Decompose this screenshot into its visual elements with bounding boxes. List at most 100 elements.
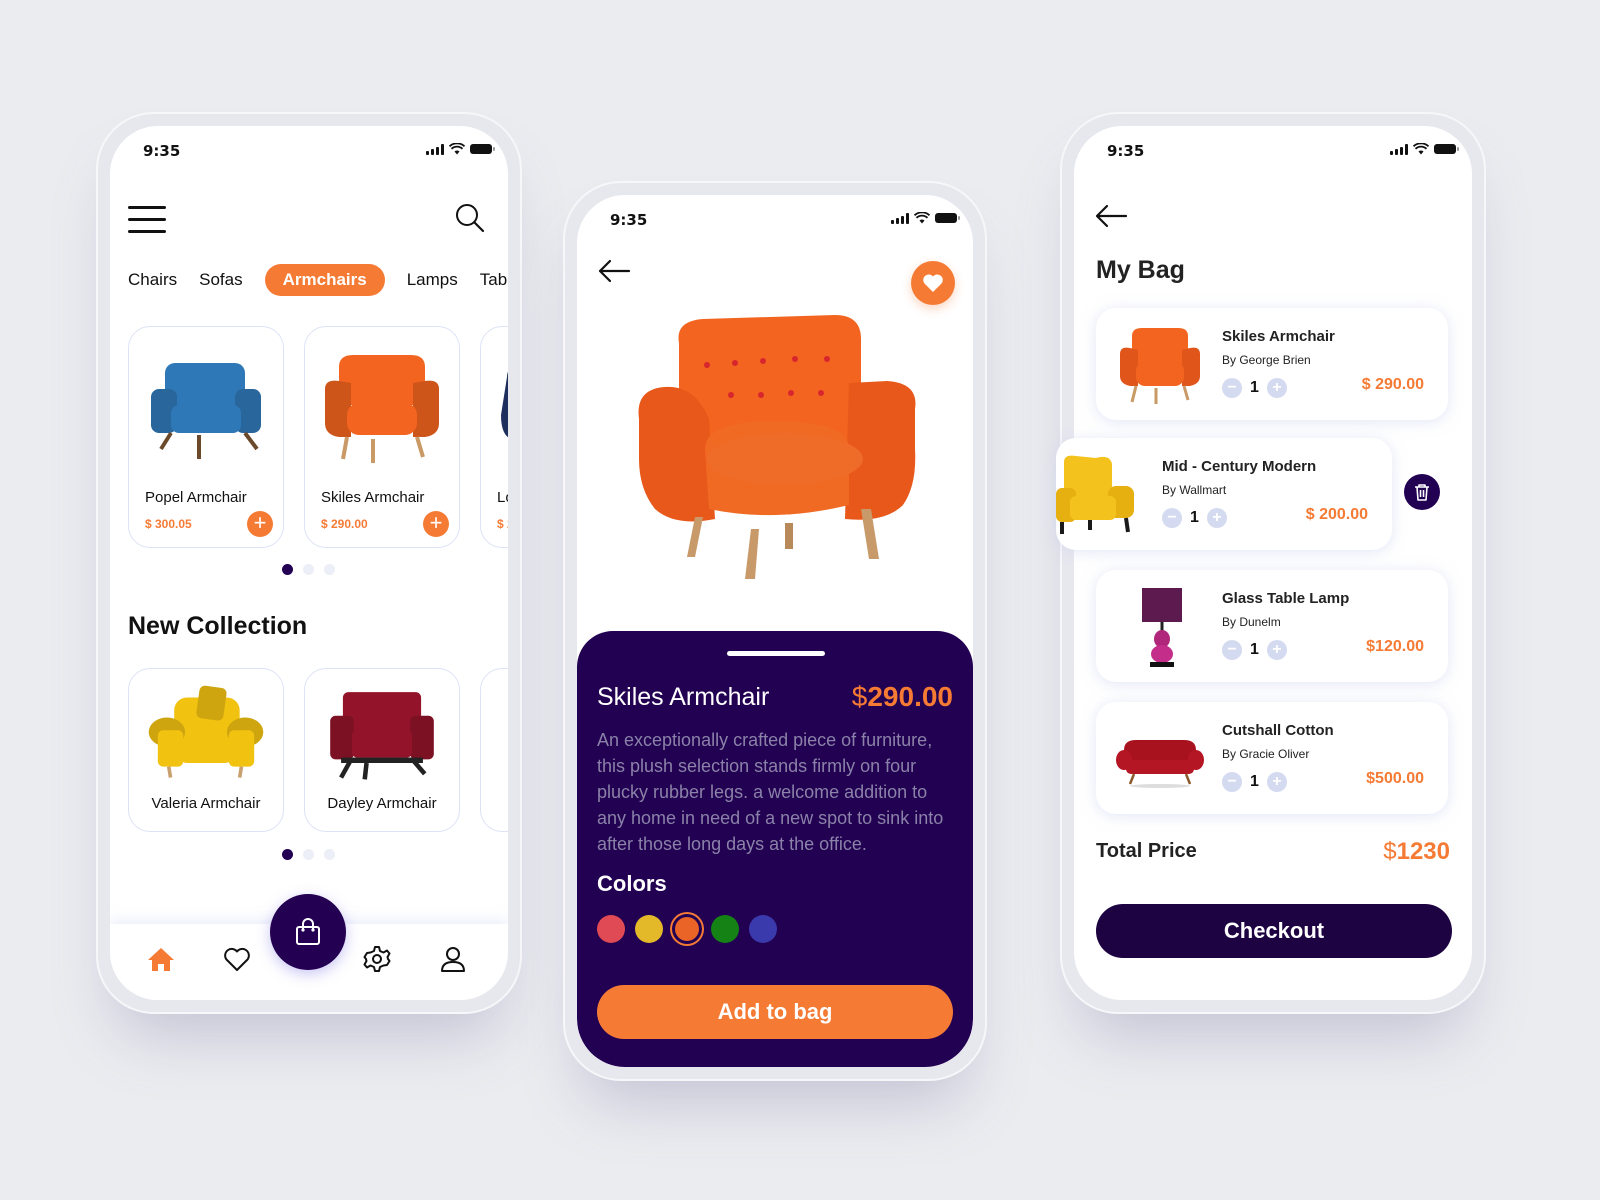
armchair-image [148, 685, 264, 778]
tab-lamps[interactable]: Lamps [407, 270, 458, 290]
decrease-quantity-button[interactable]: − [1222, 378, 1242, 398]
heart-icon [923, 274, 943, 292]
featured-carousel[interactable]: Popel Armchair $ 300.05 + Skiles Armchai… [128, 326, 508, 548]
quantity-stepper: − 1 + [1222, 640, 1287, 660]
tab-armchairs[interactable]: Armchairs [264, 264, 385, 296]
drag-handle[interactable] [727, 651, 825, 656]
bag-item[interactable]: Cutshall Cotton By Gracie Oliver − 1 + $… [1096, 702, 1448, 814]
bag-screen: 9:35 My Bag Skiles Armchair By George Br… [1056, 126, 1472, 1000]
product-detail-phone: 9:35 Skiles Armchair $290.00 An exceptio… [563, 181, 987, 1081]
search-icon[interactable] [454, 202, 486, 234]
item-price: $120.00 [1366, 638, 1424, 655]
status-time: 9:35 [1107, 142, 1145, 160]
favorite-button[interactable] [911, 261, 955, 305]
sofa-image [1116, 740, 1204, 788]
home-icon[interactable] [146, 944, 176, 974]
item-seller: By George Brien [1222, 353, 1311, 367]
collection-card[interactable]: Lo [480, 668, 508, 832]
home-screen: 9:35 Chairs Sofas Armchairs Lamps Table [110, 126, 508, 1000]
total-amount: 1230 [1396, 838, 1450, 865]
product-price: $ 2 [497, 517, 508, 531]
page-dot[interactable] [303, 564, 314, 575]
product-card[interactable]: Skiles Armchair $ 290.00 + [304, 326, 460, 548]
checkout-button[interactable]: Checkout [1096, 904, 1452, 958]
signal-icon [426, 143, 444, 155]
status-time: 9:35 [143, 142, 181, 160]
page-dot[interactable] [282, 564, 293, 575]
decrease-quantity-button[interactable]: − [1222, 640, 1242, 660]
armchair-image [493, 683, 508, 783]
status-bar: 9:35 [1074, 126, 1472, 176]
color-swatch[interactable] [597, 915, 625, 943]
page-dot[interactable] [324, 564, 335, 575]
wifi-icon [1413, 143, 1429, 155]
product-price: $ 300.05 [145, 517, 192, 531]
collection-carousel[interactable]: Valeria Armchair Dayley Armchair [128, 668, 508, 832]
delete-item-button[interactable] [1404, 474, 1440, 510]
color-swatch[interactable] [635, 915, 663, 943]
currency-symbol: $ [1383, 838, 1397, 865]
add-to-cart-button[interactable]: + [247, 511, 273, 537]
shopping-bag-icon [296, 918, 320, 945]
product-info-panel: Skiles Armchair $290.00 An exceptionally… [577, 631, 973, 1067]
color-swatches [597, 915, 777, 943]
tab-tables[interactable]: Table [480, 270, 508, 290]
increase-quantity-button[interactable]: + [1266, 640, 1287, 660]
collection-card[interactable]: Valeria Armchair [128, 668, 284, 832]
item-name: Glass Table Lamp [1222, 590, 1350, 607]
decrease-quantity-button[interactable]: − [1162, 508, 1182, 528]
tab-chairs[interactable]: Chairs [128, 270, 177, 290]
bag-item[interactable]: Mid - Century Modern By Wallmart − 1 + $… [1056, 438, 1392, 550]
add-to-cart-button[interactable]: + [423, 511, 449, 537]
bag-item[interactable]: Skiles Armchair By George Brien − 1 + $ … [1096, 308, 1448, 420]
armchair-image [151, 363, 261, 459]
gear-icon[interactable] [362, 944, 392, 974]
status-bar: 9:35 [577, 195, 973, 245]
decrease-quantity-button[interactable]: − [1222, 772, 1242, 792]
product-description: An exceptionally crafted piece of furnit… [597, 730, 944, 854]
product-price: $290.00 [852, 681, 953, 713]
increase-quantity-button[interactable]: + [1266, 772, 1287, 792]
collection-card[interactable]: Dayley Armchair [304, 668, 460, 832]
battery-icon [1434, 144, 1459, 154]
battery-icon [935, 213, 960, 223]
item-seller: By Wallmart [1162, 483, 1227, 497]
item-name: Mid - Century Modern [1162, 458, 1317, 475]
armchair-image [501, 371, 508, 438]
quantity-value: 1 [1250, 379, 1259, 396]
user-icon[interactable] [438, 944, 468, 974]
item-price: $ 200.00 [1305, 506, 1368, 523]
page-dot[interactable] [282, 849, 293, 860]
increase-quantity-button[interactable]: + [1266, 378, 1287, 398]
page-dot[interactable] [324, 849, 335, 860]
back-arrow-icon[interactable] [597, 259, 631, 283]
home-screen-phone: 9:35 Chairs Sofas Armchairs Lamps Table [96, 112, 522, 1014]
color-swatch[interactable] [749, 915, 777, 943]
armchair-image [1120, 328, 1200, 404]
armchair-image [330, 692, 434, 780]
armchair-image [325, 355, 439, 463]
color-swatch[interactable] [675, 917, 699, 941]
product-card[interactable]: Popel Armchair $ 300.05 + [128, 326, 284, 548]
hamburger-menu-icon[interactable] [128, 206, 166, 234]
currency-symbol: $ [851, 681, 868, 712]
wifi-icon [449, 143, 465, 155]
tab-sofas[interactable]: Sofas [199, 270, 242, 290]
price-value: 290.00 [867, 681, 953, 712]
item-price: $500.00 [1366, 770, 1424, 787]
status-time: 9:35 [610, 211, 648, 229]
back-arrow-icon[interactable] [1094, 204, 1128, 228]
color-swatch[interactable] [711, 915, 739, 943]
bag-item[interactable]: Glass Table Lamp By Dunelm − 1 + $120.00 [1096, 570, 1448, 682]
heart-icon[interactable] [222, 944, 252, 974]
shopping-bag-button[interactable] [270, 894, 346, 970]
item-name: Skiles Armchair [1222, 328, 1335, 345]
product-title: Skiles Armchair [597, 683, 770, 711]
increase-quantity-button[interactable]: + [1206, 508, 1227, 528]
category-tabs: Chairs Sofas Armchairs Lamps Table [128, 264, 508, 296]
bag-phone: 9:35 My Bag Skiles Armchair By George Br… [1056, 112, 1486, 1014]
add-to-bag-button[interactable]: Add to bag [597, 985, 953, 1039]
product-card[interactable]: Lo $ 2 [480, 326, 508, 548]
page-dot[interactable] [303, 849, 314, 860]
product-name: Valeria Armchair [151, 795, 261, 812]
